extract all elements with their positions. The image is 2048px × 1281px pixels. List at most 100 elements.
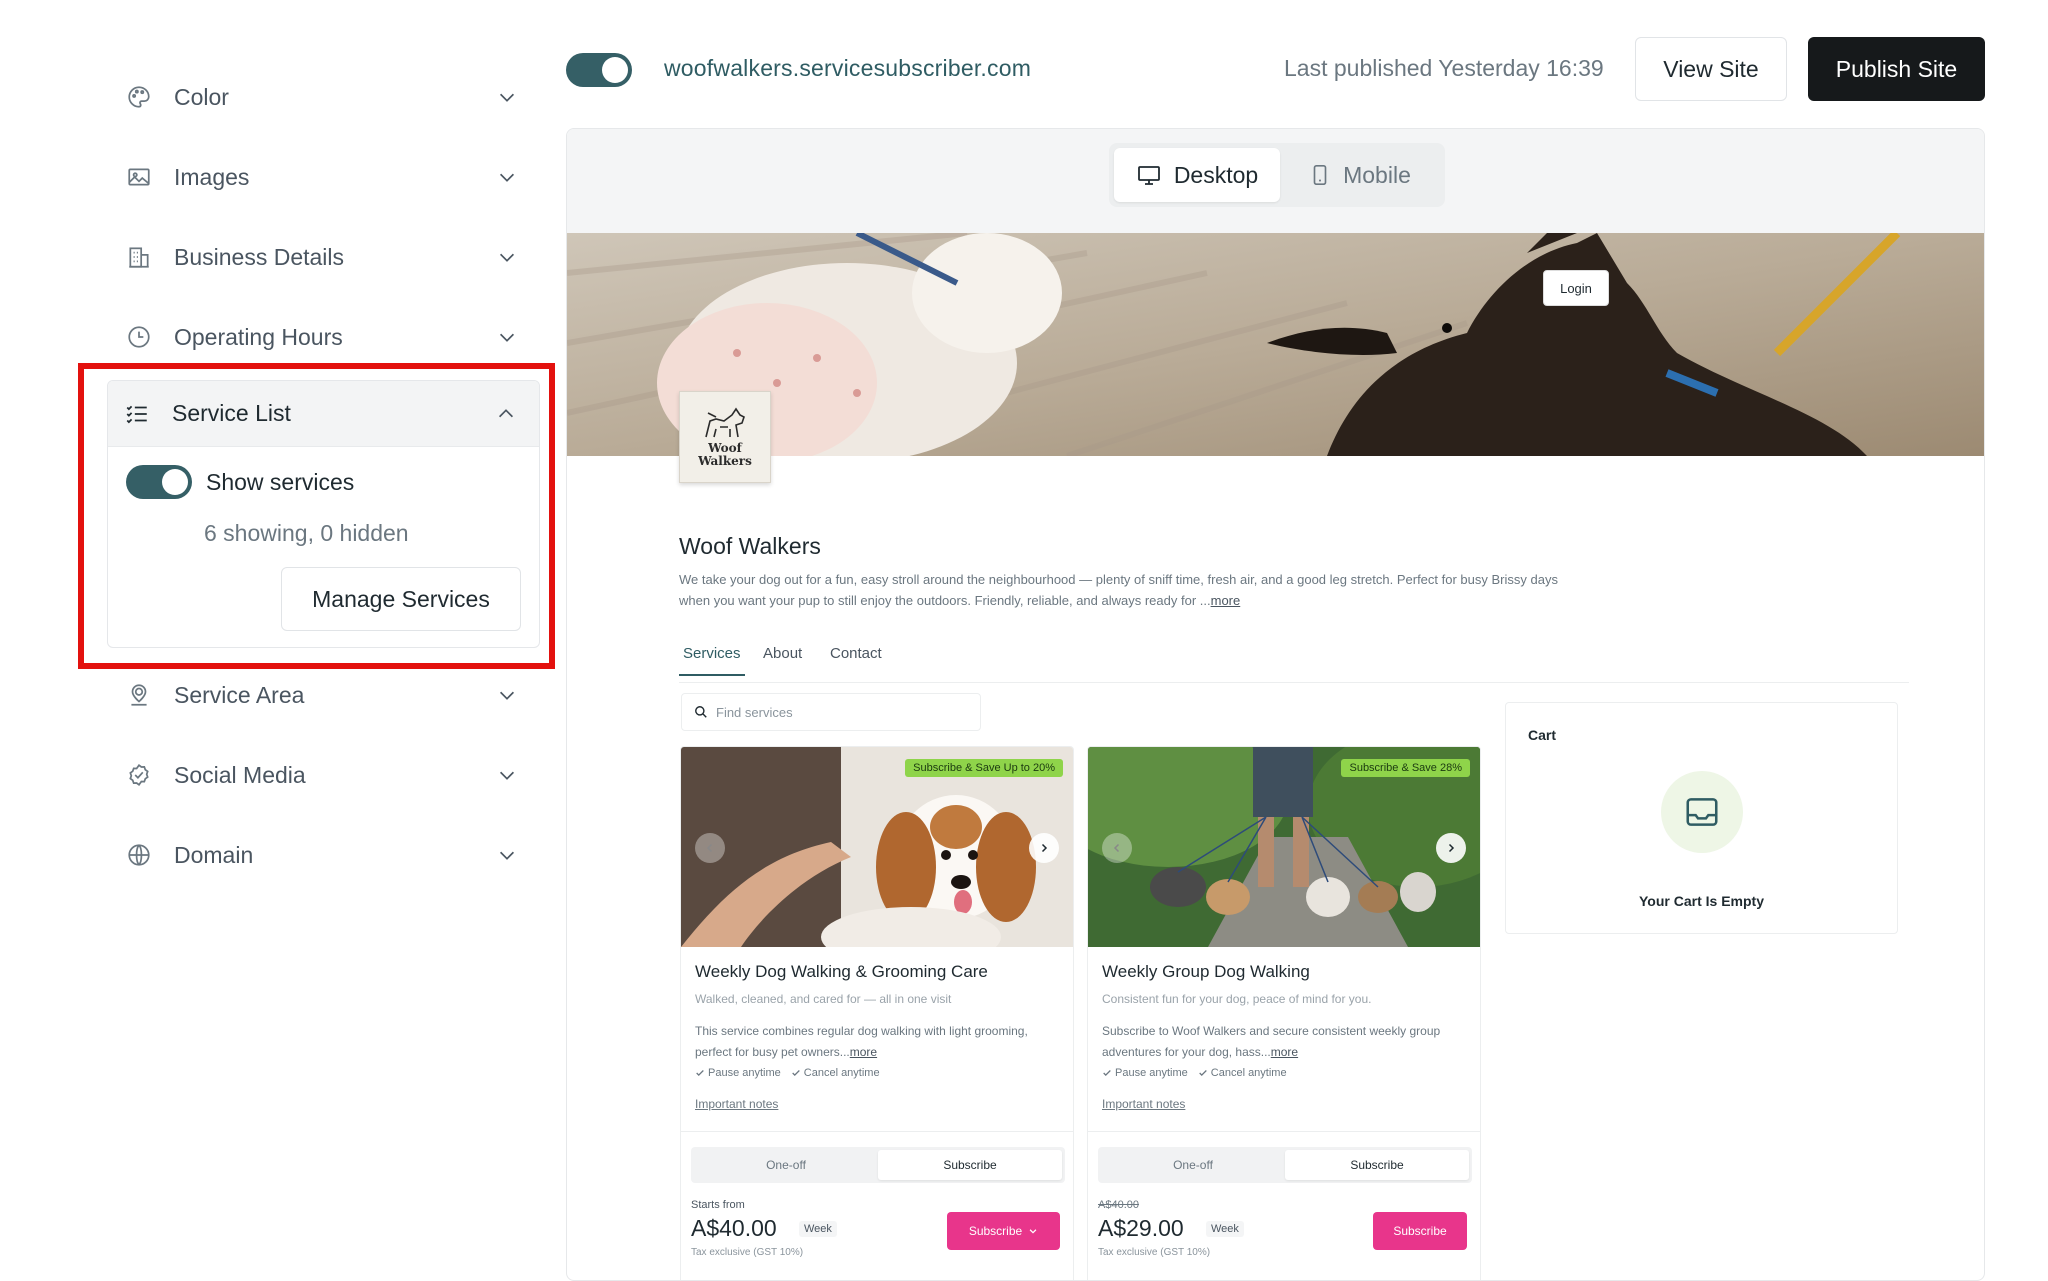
- service-description: This service combines regular dog walkin…: [695, 1021, 1055, 1063]
- service-perks: Pause anytime Cancel anytime: [1102, 1067, 1287, 1079]
- globe-icon: [128, 844, 150, 866]
- site-preview: Desktop Mobile Login Woof Walkers Woof W…: [566, 128, 1985, 1281]
- tax-note: Tax exclusive (GST 10%): [691, 1247, 804, 1258]
- accordion-business-details[interactable]: Business Details: [110, 222, 540, 292]
- card-divider: [681, 1131, 1073, 1132]
- chevron-right-icon: [1041, 843, 1048, 853]
- logo-text-1: Woof: [708, 441, 742, 455]
- accordion-social-media[interactable]: Social Media: [110, 740, 540, 810]
- carousel-prev-button[interactable]: [1102, 833, 1132, 863]
- accordion-label: Domain: [174, 841, 254, 868]
- chevron-down-icon: [499, 173, 515, 182]
- tab-about[interactable]: About: [759, 637, 806, 674]
- service-card[interactable]: Subscribe & Save 28% Weekly Group Dog Wa…: [1087, 746, 1481, 1280]
- perk-label: Pause anytime: [708, 1067, 781, 1079]
- accordion-color[interactable]: Color: [110, 62, 540, 132]
- read-more-link[interactable]: more: [850, 1045, 877, 1059]
- accordion-operating-hours[interactable]: Operating Hours: [110, 302, 540, 372]
- cart-empty-illustration: [1661, 771, 1743, 853]
- chevron-down-icon: [1029, 1229, 1037, 1234]
- inbox-icon: [1686, 798, 1718, 826]
- chevron-right-icon: [1448, 843, 1455, 853]
- toggle-knob: [602, 57, 628, 83]
- chevron-down-icon: [499, 771, 515, 780]
- accordion-domain[interactable]: Domain: [110, 820, 540, 890]
- subscribe-button[interactable]: Subscribe: [1373, 1212, 1467, 1250]
- chevron-left-icon: [706, 843, 713, 853]
- hero-banner-image: Login: [567, 233, 1984, 456]
- check-icon: [1103, 1070, 1111, 1076]
- plan-one-off[interactable]: One-off: [694, 1150, 878, 1180]
- perk-item: Cancel anytime: [791, 1067, 880, 1079]
- site-tabs: Services About Contact: [679, 637, 1909, 683]
- perk-label: Pause anytime: [1115, 1067, 1188, 1079]
- carousel-next-button[interactable]: [1029, 833, 1059, 863]
- tax-note: Tax exclusive (GST 10%): [1098, 1247, 1211, 1258]
- plan-subscribe[interactable]: Subscribe: [878, 1150, 1062, 1180]
- image-icon: [128, 168, 150, 186]
- service-title: Weekly Dog Walking & Grooming Care: [695, 962, 988, 981]
- chevron-down-icon: [499, 253, 515, 262]
- business-logo: Woof Walkers: [679, 391, 771, 483]
- carousel-prev-button[interactable]: [695, 833, 725, 863]
- tab-label: Mobile: [1343, 161, 1411, 188]
- important-notes-link[interactable]: Important notes: [1102, 1097, 1185, 1111]
- clock-icon: [128, 326, 150, 348]
- groomed-dog-photo: [681, 747, 1073, 947]
- tab-contact[interactable]: Contact: [826, 637, 886, 674]
- service-description: Subscribe to Woof Walkers and secure con…: [1102, 1021, 1462, 1063]
- view-site-button[interactable]: View Site: [1635, 37, 1787, 101]
- palette-icon: [128, 86, 150, 108]
- subscribe-button[interactable]: Subscribe: [947, 1212, 1060, 1250]
- accordion-label: Images: [174, 163, 250, 190]
- carousel-next-button[interactable]: [1436, 833, 1466, 863]
- discount-badge: Subscribe & Save Up to 20%: [905, 759, 1063, 777]
- chevron-down-icon: [499, 851, 515, 860]
- business-description-text: We take your dog out for a fun, easy str…: [679, 572, 1558, 608]
- chevron-down-icon: [499, 333, 515, 342]
- plan-subscribe[interactable]: Subscribe: [1285, 1150, 1469, 1180]
- tab-label: Desktop: [1173, 161, 1259, 188]
- perk-item: Pause anytime: [1102, 1067, 1188, 1079]
- price-unit: Week: [1206, 1221, 1244, 1237]
- tab-mobile[interactable]: Mobile: [1280, 148, 1440, 202]
- cart-panel: Cart Your Cart Is Empty: [1505, 702, 1898, 934]
- site-domain[interactable]: woofwalkers.servicesubscriber.com: [664, 55, 1031, 82]
- price: A$40.00: [691, 1215, 777, 1241]
- tab-services[interactable]: Services: [679, 637, 745, 676]
- service-card[interactable]: Subscribe & Save Up to 20% Weekly Dog Wa…: [680, 746, 1074, 1280]
- service-perks: Pause anytime Cancel anytime: [695, 1067, 880, 1079]
- subscribe-label: Subscribe: [968, 1224, 1023, 1238]
- accordion-label: Color: [174, 83, 229, 110]
- last-published-text: Last published Yesterday 16:39: [1284, 55, 1604, 81]
- accordion-label: Business Details: [174, 243, 345, 270]
- plan-one-off[interactable]: One-off: [1101, 1150, 1285, 1180]
- service-subtitle: Walked, cleaned, and cared for — all in …: [695, 992, 952, 1006]
- accordion-images[interactable]: Images: [110, 142, 540, 212]
- monitor-icon: [1137, 166, 1160, 185]
- service-image-grooming: Subscribe & Save Up to 20%: [681, 747, 1073, 947]
- accordion-label: Service Area: [174, 681, 305, 708]
- important-notes-link[interactable]: Important notes: [695, 1097, 778, 1111]
- search-input[interactable]: [716, 704, 956, 720]
- price-unit: Week: [799, 1221, 837, 1237]
- publish-site-button[interactable]: Publish Site: [1808, 37, 1985, 101]
- read-more-link[interactable]: more: [1271, 1045, 1298, 1059]
- phone-icon: [1313, 165, 1327, 185]
- login-button[interactable]: Login: [1543, 270, 1609, 306]
- original-price: A$40.00: [1098, 1199, 1139, 1211]
- discount-badge: Subscribe & Save 28%: [1341, 759, 1470, 777]
- accordion-service-area[interactable]: Service Area: [110, 660, 540, 730]
- tab-desktop[interactable]: Desktop: [1114, 148, 1280, 202]
- site-enabled-toggle[interactable]: [566, 53, 632, 87]
- service-subtitle: Consistent fun for your dog, peace of mi…: [1102, 992, 1372, 1006]
- device-switcher: Desktop Mobile: [1109, 143, 1445, 207]
- chevron-down-icon: [499, 93, 515, 102]
- perk-item: Pause anytime: [695, 1067, 781, 1079]
- perk-item: Cancel anytime: [1198, 1067, 1287, 1079]
- building-icon: [129, 247, 149, 268]
- cart-title: Cart: [1528, 727, 1557, 743]
- plan-toggle: One-off Subscribe: [691, 1147, 1065, 1183]
- dogs-walking-illustration: [567, 233, 1984, 456]
- read-more-link[interactable]: more: [1211, 593, 1241, 608]
